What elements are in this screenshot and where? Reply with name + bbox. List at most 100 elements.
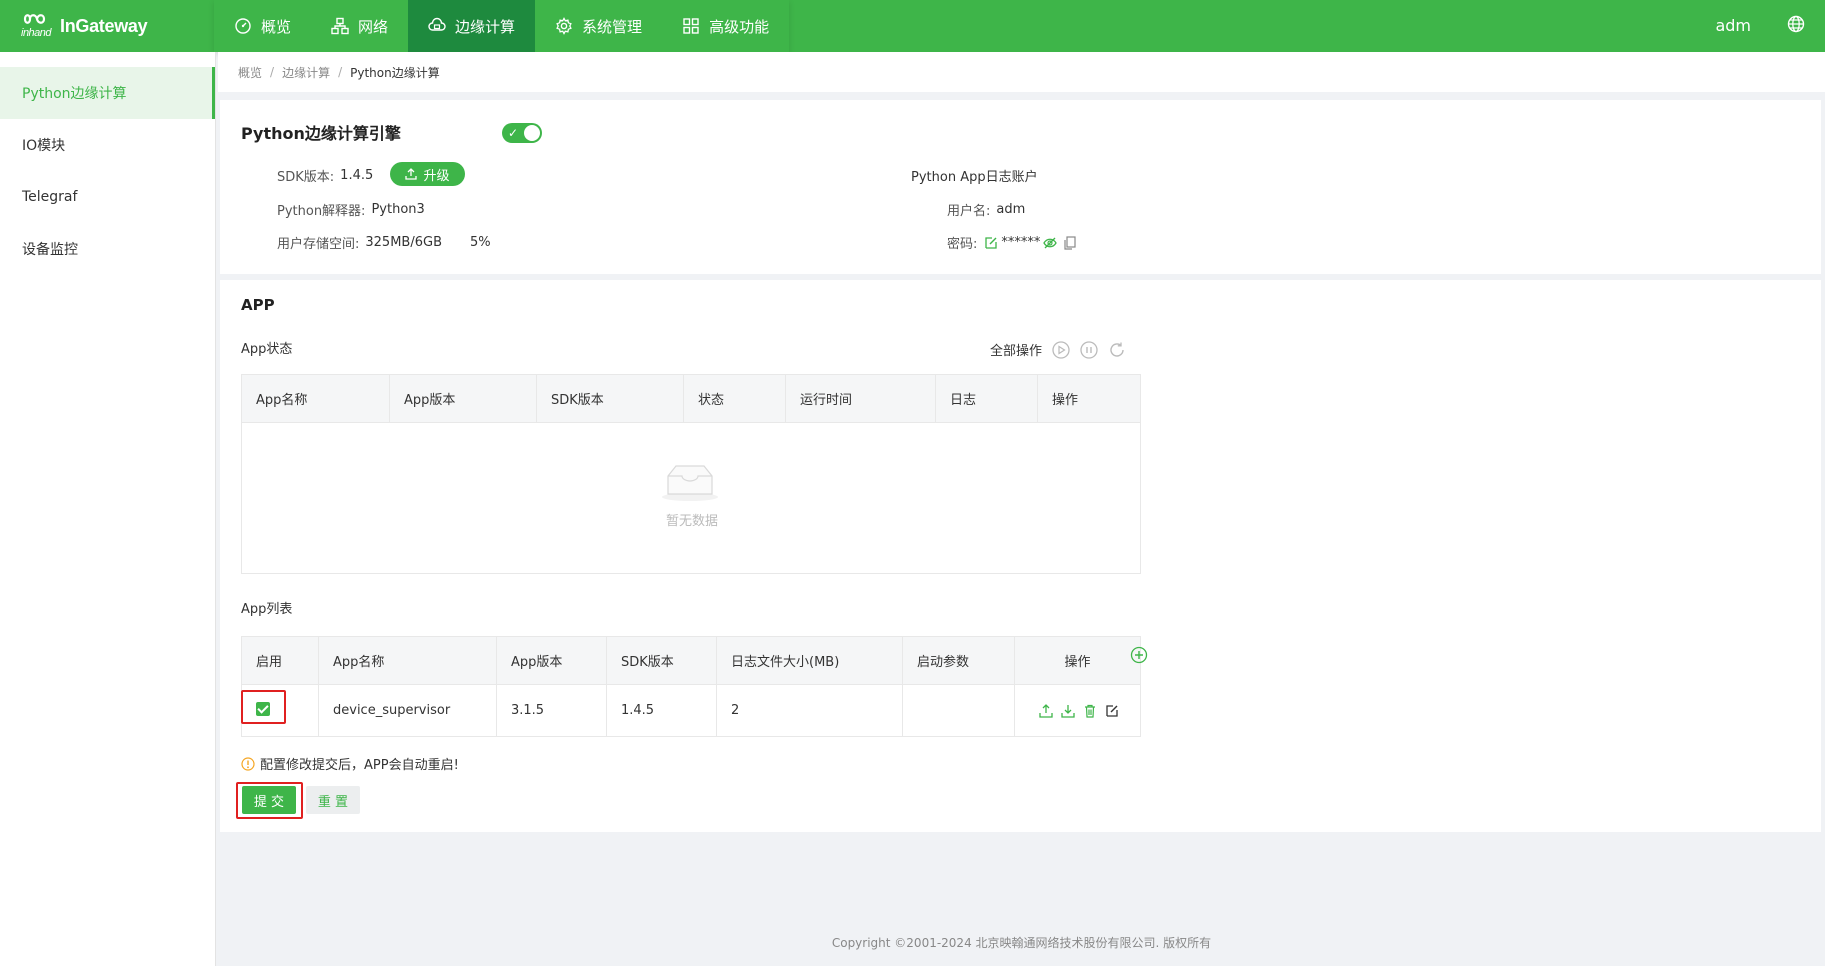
logo: inhand InGateway [20,10,148,42]
column-header: App版本 [389,374,537,423]
sdk-version-label: SDK版本: [277,170,335,185]
empty-text: 暂无数据 [665,514,718,529]
gear-icon [556,17,572,35]
empty-inbox-icon [662,465,718,501]
log-account-title: Python App日志账户 [911,166,1038,185]
highlight-box [236,782,303,819]
column-header: App版本 [496,636,607,685]
sidebar-item-io-module[interactable]: IO模块 [0,119,215,171]
column-header: 状态 [683,374,786,423]
breadcrumb-separator: / [338,65,343,79]
row-actions [1029,703,1140,718]
upgrade-button[interactable]: 升级 [390,162,465,186]
column-header: 启用 [241,636,319,685]
edit-icon[interactable] [984,236,998,250]
upload-icon[interactable] [1039,703,1053,718]
breadcrumb-current: Python边缘计算 [350,65,440,80]
column-header: 启动参数 [902,636,1015,685]
nav-item-overview[interactable]: 概览 [214,0,312,52]
eye-off-icon[interactable] [1043,236,1058,250]
app-version-cell: 3.1.5 [496,684,607,737]
username-value: adm [996,202,1026,217]
sidebar: Python边缘计算 IO模块 Telegraf 设备监控 [0,52,216,966]
engine-title: Python边缘计算引擎 [241,124,401,143]
username-row: 用户名: adm [947,200,1025,219]
column-header: 操作 [1037,374,1141,423]
breadcrumb-item[interactable]: 边缘计算 [282,64,330,81]
username-label: 用户名: [947,204,991,219]
globe-icon[interactable] [1787,15,1805,33]
engine-card: Python边缘计算引擎 ✓ SDK版本: 1.4.5 升级 Python解释器… [220,100,1821,274]
main-nav: 概览 网络 边缘计算 系统管理 高级功能 [214,0,790,52]
network-icon [331,17,349,35]
column-header: 操作 [1014,636,1141,685]
storage-label: 用户存储空间: [277,237,360,252]
nav-label: 系统管理 [582,17,643,36]
nav-label: 边缘计算 [455,17,516,36]
logo-loop-icon [23,14,46,24]
sidebar-item-telegraf[interactable]: Telegraf [0,171,215,223]
user-menu[interactable]: adm [1715,16,1751,35]
restart-icon[interactable] [1108,341,1126,359]
toggle-knob [524,125,540,141]
log-size-cell: 2 [716,684,903,737]
storage-value: 325MB/6GB [365,235,442,250]
breadcrumb-item[interactable]: 概览 [238,64,262,81]
log-account-title-text: Python App日志账户 [911,170,1038,185]
column-header: App名称 [318,636,497,685]
nav-label: 高级功能 [709,17,770,36]
params-cell [902,684,1015,737]
table-row: device_supervisor 3.1.5 1.4.5 2 [241,684,1141,737]
upload-icon [405,168,418,180]
empty-state: 暂无数据 [241,422,1141,574]
footer-copyright: Copyright ©2001-2024 北京映翰通网络技术股份有限公司. 版权… [831,936,1212,950]
download-icon[interactable] [1061,704,1075,718]
all-operations: 全部操作 [990,340,1126,359]
app-list-table: 启用 App名称 App版本 SDK版本 日志文件大小(MB) 启动参数 操作 … [241,636,1141,737]
add-icon[interactable] [1130,646,1148,664]
interpreter-row: Python解释器: Python3 [277,200,425,219]
nav-item-system[interactable]: 系统管理 [535,0,663,52]
engine-toggle[interactable]: ✓ [502,123,542,143]
column-header: 日志 [935,374,1038,423]
sidebar-item-python-edge[interactable]: Python边缘计算 [0,67,215,119]
reset-button[interactable]: 重 置 [306,786,360,814]
grid-icon [683,18,699,34]
warning-icon [241,756,255,771]
sidebar-item-device-monitor[interactable]: 设备监控 [0,223,215,275]
nav-item-network[interactable]: 网络 [311,0,409,52]
edit-icon[interactable] [1105,704,1119,718]
password-controls: ****** [981,235,1080,250]
password-label: 密码: [947,237,978,252]
column-header: SDK版本 [536,374,684,423]
sdk-version-cell: 1.4.5 [606,684,717,737]
cloud-icon [428,17,446,31]
upgrade-label: 升级 [423,168,450,184]
sdk-version-row: SDK版本: 1.4.5 [277,166,373,185]
nav-label: 概览 [261,17,292,36]
app-status-label: App状态 [241,342,293,357]
highlight-box [241,690,286,724]
top-bar: inhand InGateway 概览 网络 边缘计算 系统管理 高级功能 ad… [0,0,1825,52]
app-name-cell: device_supervisor [318,684,497,737]
warning-message: 配置修改提交后，APP会自动重启! [241,754,459,773]
password-row: 密码: ****** [947,233,1080,252]
app-status-table: App名称 App版本 SDK版本 状态 运行时间 日志 操作 [241,374,1141,423]
app-list-label: App列表 [241,602,293,617]
logo-mark: inhand [20,10,56,42]
column-header: App名称 [241,374,390,423]
column-header: 运行时间 [785,374,936,423]
nav-item-edge-computing[interactable]: 边缘计算 [408,0,536,52]
play-icon[interactable] [1052,340,1070,359]
nav-item-advanced[interactable]: 高级功能 [662,0,790,52]
interpreter-value: Python3 [371,202,425,217]
column-header: 日志文件大小(MB) [716,636,903,685]
storage-percent: 5% [469,235,491,250]
pause-icon[interactable] [1080,340,1098,359]
logo-text: InGateway [60,15,148,36]
delete-icon[interactable] [1083,704,1097,718]
column-header: SDK版本 [606,636,717,685]
breadcrumb-separator: / [270,65,275,79]
interpreter-label: Python解释器: [277,204,366,219]
copy-icon[interactable] [1063,235,1077,250]
